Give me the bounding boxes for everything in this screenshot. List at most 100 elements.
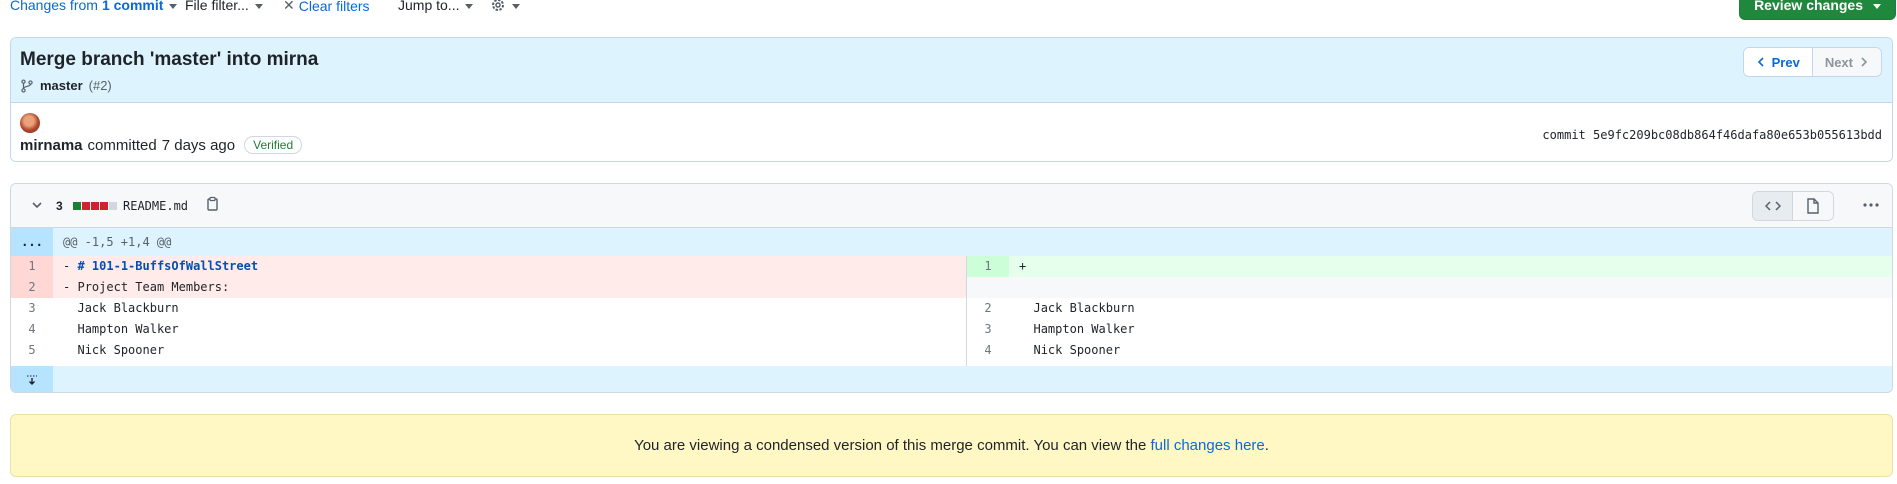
verified-badge[interactable]: Verified (244, 136, 303, 154)
diff-sign: + (1019, 259, 1027, 273)
diff-sign (63, 343, 70, 357)
file-view-button[interactable] (1793, 192, 1833, 220)
right-line-number (967, 277, 1009, 298)
file-diff: 3 README.md ... @@ -1,5 +1,4 @@ 1 - # 10… (10, 183, 1893, 393)
expand-down-button[interactable] (11, 366, 53, 392)
clear-filters-button[interactable]: ✕ Clear filters (283, 0, 370, 14)
code-text: Nick Spooner (1033, 343, 1121, 357)
changes-prefix: Changes from (10, 0, 98, 13)
view-toggle (1752, 191, 1834, 221)
left-code: Nick Spooner (63, 343, 164, 357)
code-text: # 101-1-BuffsOfWallStreet (77, 259, 259, 273)
commit-header: Merge branch 'master' into mirna master … (10, 37, 1893, 162)
chevron-left-icon (1757, 57, 1764, 67)
diff-sign (1019, 343, 1026, 357)
left-code: Jack Blackburn (63, 301, 179, 315)
right-cell: 3 Hampton Walker (967, 319, 1892, 340)
code-text: Jack Blackburn (1033, 301, 1135, 315)
left-line-number[interactable]: 3 (11, 298, 53, 319)
diff-sign (63, 301, 70, 315)
left-line-number[interactable]: 5 (11, 340, 53, 361)
chevron-right-icon (1861, 57, 1868, 67)
changes-from-dropdown[interactable]: Changes from 1 commit (10, 0, 178, 13)
jump-to-dropdown[interactable]: Jump to... (398, 0, 474, 13)
caret-down-icon (465, 3, 474, 9)
diff-toolbar: Changes from 1 commit File filter... ✕ C… (10, 0, 1896, 20)
left-line-number[interactable]: 4 (11, 319, 53, 340)
code-text: Hampton Walker (1033, 322, 1135, 336)
left-cell: 1 - # 101-1-BuffsOfWallStreet (11, 256, 966, 277)
right-code: Nick Spooner (1019, 343, 1120, 357)
git-branch-icon (21, 78, 33, 93)
commit-title: Merge branch 'master' into mirna (20, 49, 319, 70)
commit-title-bar: Merge branch 'master' into mirna master … (11, 38, 1892, 103)
right-code: Jack Blackburn (1019, 301, 1135, 315)
diffstat-block (91, 202, 99, 210)
left-cell: 4 Hampton Walker (11, 319, 966, 340)
diff-row: 4 Hampton Walker 3 Hampton Walker (11, 319, 1892, 340)
diff-sign (1019, 301, 1026, 315)
right-cell-empty (967, 277, 1892, 298)
caret-down-icon (1873, 3, 1881, 9)
file-name[interactable]: README.md (123, 199, 188, 213)
diff-sign (1019, 322, 1026, 336)
copy-icon[interactable] (204, 196, 220, 212)
diff-change-count: 3 (56, 199, 63, 213)
diff-row: 3 Jack Blackburn 2 Jack Blackburn (11, 298, 1892, 319)
expand-up-button[interactable]: ... (11, 228, 53, 256)
commit-author-line: mirnama committed 7 days ago Verified (20, 136, 303, 154)
clear-filters-label: Clear filters (298, 0, 370, 14)
commit-navigation: Prev Next (1742, 47, 1882, 77)
commit-branch: master (#2) (20, 78, 112, 93)
split-divider (966, 256, 967, 366)
gear-icon (492, 0, 504, 11)
kebab-icon[interactable] (1862, 196, 1880, 214)
left-line-number[interactable]: 2 (11, 277, 53, 298)
chevron-down-icon[interactable] (31, 199, 43, 211)
right-line-number[interactable]: 4 (967, 340, 1009, 361)
right-code: + (1019, 259, 1033, 273)
pr-reference[interactable]: (#2) (89, 78, 112, 93)
commit-sha-label: commit (1542, 128, 1586, 142)
right-line-number[interactable]: 2 (967, 298, 1009, 319)
condensed-merge-notice: You are viewing a condensed version of t… (10, 414, 1893, 477)
hunk-header: ... @@ -1,5 +1,4 @@ (11, 228, 1892, 256)
diffstat (73, 202, 117, 210)
diff-row: 1 - # 101-1-BuffsOfWallStreet 1 + (11, 256, 1892, 277)
branch-name[interactable]: master (40, 78, 83, 93)
code-text: Project Team Members: (77, 280, 230, 294)
file-filter-dropdown[interactable]: File filter... (185, 0, 263, 13)
code-text: Jack Blackburn (77, 301, 179, 315)
commit-author[interactable]: mirnama (20, 137, 83, 154)
full-changes-link[interactable]: full changes here (1151, 437, 1265, 454)
prev-commit-button[interactable]: Prev (1743, 48, 1813, 76)
next-label: Next (1824, 54, 1853, 70)
close-icon: ✕ (283, 0, 295, 13)
changes-count: 1 commit (101, 0, 164, 13)
right-line-number[interactable]: 3 (967, 319, 1009, 340)
prev-label: Prev (1771, 54, 1800, 70)
diff-row: 2 - Project Team Members: (11, 277, 1892, 298)
file-icon (1807, 198, 1819, 214)
code-view-button[interactable] (1753, 192, 1793, 220)
diff-sign: - (63, 280, 71, 294)
commit-sha-value: 5e9fc209bc08db864f46dafa80e653b055613bdd (1593, 128, 1882, 142)
right-line-number[interactable]: 1 (967, 256, 1009, 277)
notice-text: You are viewing a condensed version of t… (634, 437, 1147, 454)
code-icon (1764, 201, 1781, 211)
diff-settings-button[interactable] (490, 0, 520, 13)
avatar[interactable] (20, 113, 40, 133)
left-code: Hampton Walker (63, 322, 178, 336)
hunk-footer (11, 366, 1892, 392)
review-changes-button[interactable]: Review changes (1739, 0, 1896, 20)
left-line-number[interactable]: 1 (11, 256, 53, 277)
file-header: 3 README.md (11, 184, 1892, 228)
file-filter-label: File filter... (185, 0, 249, 13)
right-code: Hampton Walker (1019, 322, 1135, 336)
caret-down-icon (512, 3, 520, 9)
commit-action: committed (87, 136, 157, 154)
diffstat-block (73, 202, 81, 210)
review-changes-label: Review changes (1754, 0, 1863, 13)
next-commit-button[interactable]: Next (1812, 48, 1881, 76)
left-cell: 3 Jack Blackburn (11, 298, 966, 319)
